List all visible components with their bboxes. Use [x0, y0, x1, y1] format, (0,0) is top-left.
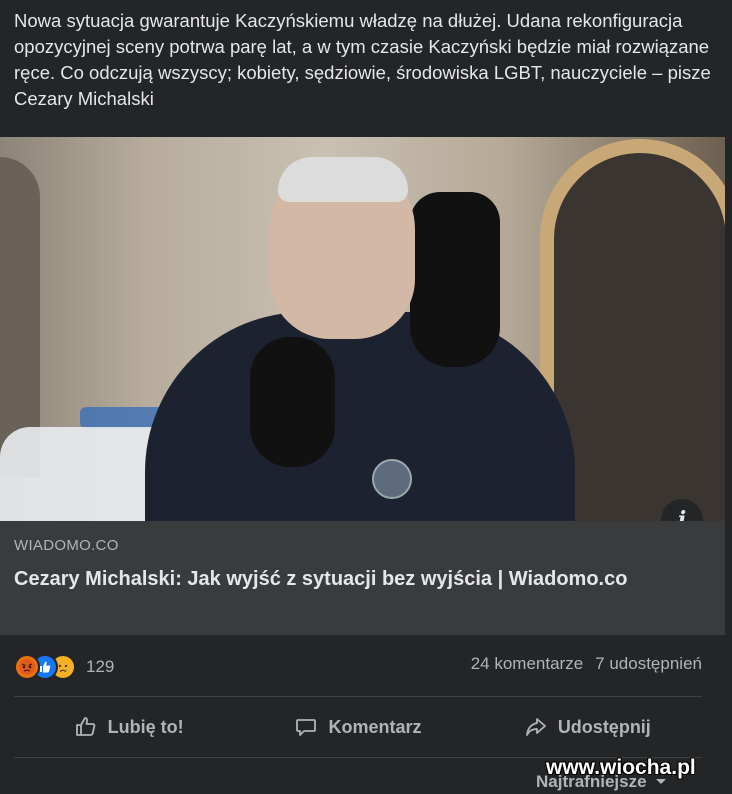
- thumbs-up-icon: [75, 717, 95, 736]
- shares-count[interactable]: 7 udostępnień: [595, 654, 702, 674]
- share-icon: [525, 718, 546, 736]
- person-jacket: [145, 312, 575, 521]
- link-domain: WIADOMO.CO: [14, 537, 119, 554]
- post-actions: Lubię to! Komentarz Udostępnij: [14, 706, 702, 748]
- comment-icon: [296, 719, 317, 736]
- like-label: Lubię to!: [107, 716, 184, 737]
- comment-share-counts: 24 komentarze 7 udostępnień: [471, 654, 702, 674]
- engagement-stats: 129 24 komentarze 7 udostępnień: [14, 650, 702, 684]
- share-label: Udostępnij: [557, 716, 651, 737]
- person-left-hand: [250, 337, 335, 467]
- link-preview-card[interactable]: WIADOMO.CO Cezary Michalski: Jak wyjść z…: [0, 521, 725, 635]
- reaction-count[interactable]: 129: [86, 657, 114, 677]
- watermark: www.wiocha.pl: [546, 756, 696, 779]
- like-button[interactable]: Lubię to!: [14, 706, 243, 748]
- reactions-summary[interactable]: 129: [14, 652, 114, 682]
- person-hair: [278, 157, 408, 202]
- facebook-post: Nowa sytuacja gwarantuje Kaczyńskiemu wł…: [0, 0, 732, 794]
- post-text: Nowa sytuacja gwarantuje Kaczyńskiemu wł…: [14, 10, 711, 109]
- link-preview-image[interactable]: [0, 137, 725, 521]
- link-title[interactable]: Cezary Michalski: Jak wyjść z sytuacji b…: [14, 565, 704, 593]
- comment-button[interactable]: Komentarz: [243, 706, 472, 748]
- jacket-badge: [372, 459, 412, 499]
- comment-label: Komentarz: [328, 716, 422, 737]
- comments-count[interactable]: 24 komentarze: [471, 654, 583, 674]
- share-button[interactable]: Udostępnij: [473, 706, 702, 748]
- angry-reaction-icon: [14, 654, 40, 680]
- divider: [14, 696, 702, 697]
- person-victory-hand: [410, 192, 500, 367]
